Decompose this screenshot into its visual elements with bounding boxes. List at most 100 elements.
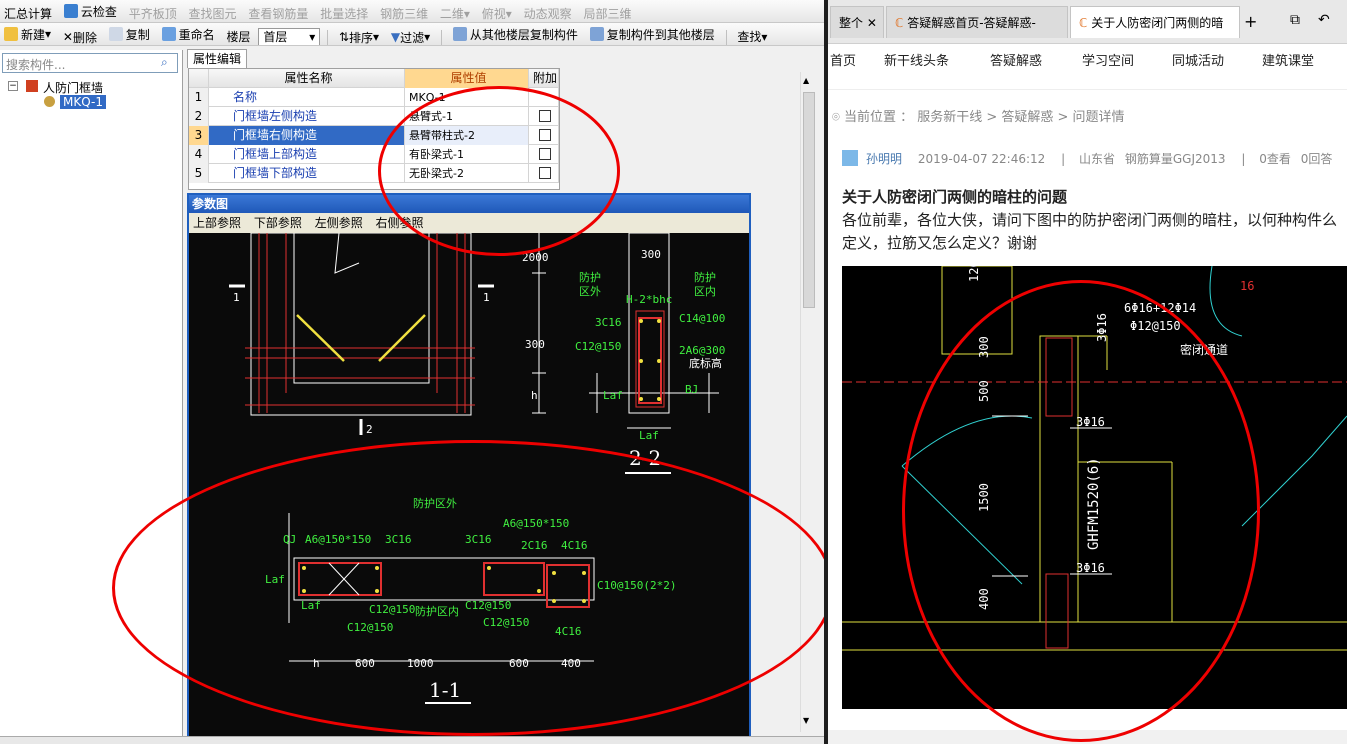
filter-icon: ▼ [390, 30, 401, 44]
browser-tab-active[interactable]: ℂ 关于人防密闭门两侧的暗 [1070, 6, 1240, 38]
2d-dropdown[interactable]: 二维 ▾ [436, 3, 474, 23]
status-bar [0, 736, 824, 744]
cad-label-16: 16 [1240, 279, 1254, 293]
rebar-3d-button[interactable]: 钢筋三维 [376, 3, 432, 23]
folder-icon [26, 80, 38, 92]
label-3c16: 3C16 [595, 316, 622, 329]
label-bottom-elev: 底标高 [689, 356, 722, 370]
post-time: 2019-04-07 22:46:12 [917, 152, 1046, 166]
label-fh-1: 防护 [579, 270, 601, 284]
row-number: 5 [189, 164, 209, 183]
cad-dim-120: 120 [967, 266, 981, 282]
property-name[interactable]: 门框墙左侧构造 [209, 107, 405, 126]
component-icon [44, 96, 55, 107]
nav-home[interactable]: 首页 [830, 44, 856, 80]
label-2a6: 2A6@300 [679, 344, 725, 357]
summary-calc-button[interactable]: 汇总计算 [0, 3, 56, 23]
annotation-oval-cad [902, 280, 1260, 742]
tree-root-item[interactable]: 人防门框墙 [43, 79, 103, 96]
search-input[interactable]: 搜索构件... ⌕ [2, 53, 178, 73]
label-bj: BJ [685, 383, 698, 396]
section-mark-2: 2 [366, 423, 373, 436]
view-rebar-button[interactable]: 查看钢筋量 [244, 3, 312, 23]
label-fh-outside: 区外 [579, 285, 601, 298]
delete-button[interactable]: ✕ 删除 [59, 26, 101, 45]
component-toolbar: 新建 ▾ ✕ 删除 复制 重命名 楼层 首层 ▾ ⇅ 排序 ▾ ▼ 过滤 ▾ 从其… [0, 23, 824, 46]
header-value: 属性值 [405, 69, 529, 88]
menu-left-ref[interactable]: 左侧参照 [315, 216, 363, 230]
annotation-oval-section [112, 440, 834, 736]
property-name[interactable]: 名称 [209, 88, 405, 107]
header-extra: 附加 [529, 69, 559, 88]
search-icon[interactable]: ⌕ [161, 55, 168, 70]
cloud-check-button[interactable]: 云检查 [60, 0, 121, 22]
nav-headlines[interactable]: 新干线头条 [884, 44, 949, 80]
answer-count: 0回答 [1300, 152, 1333, 166]
scroll-thumb[interactable] [803, 92, 815, 308]
restore-icon[interactable]: ⧉ [1290, 12, 1300, 28]
main-toolbar: 汇总计算 云检查 平齐板顶 查找图元 查看钢筋量 批量选择 钢筋三维 二维 ▾ … [0, 0, 824, 23]
new-icon [4, 27, 18, 41]
avatar [842, 150, 858, 166]
row-number: 3 [189, 126, 209, 145]
filter-button[interactable]: ▼ 过滤 ▾ [387, 26, 434, 45]
cloud-check-icon [63, 4, 78, 18]
nav-classroom[interactable]: 建筑课堂 [1262, 44, 1314, 80]
site-nav: 首页 新干线头条 答疑解惑 学习空间 同城活动 建筑课堂 [828, 44, 1347, 90]
label-fh-3: 防护 [694, 270, 716, 284]
property-name[interactable]: 门框墙下部构造 [209, 164, 405, 183]
row-number: 4 [189, 145, 209, 164]
level-slab-button[interactable]: 平齐板顶 [125, 3, 181, 23]
close-icon: ✕ [62, 30, 73, 44]
region: 山东省 [1079, 152, 1116, 166]
browser-tab-2[interactable]: ℂ 答疑解惑首页-答疑解惑- [886, 6, 1068, 38]
rename-button[interactable]: 重命名 [158, 23, 219, 45]
dim-top-300: 300 [641, 248, 661, 261]
view-count: 0查看 [1259, 152, 1291, 166]
label-laf-1: Laf [603, 389, 623, 402]
location-icon: ⌾ [832, 110, 840, 125]
property-name[interactable]: 门框墙上部构造 [209, 145, 405, 164]
copy-icon [108, 27, 123, 41]
back-icon[interactable]: ↶ [1318, 12, 1330, 28]
copy-to-floor-button[interactable]: 复制构件到其他楼层 [586, 23, 719, 45]
collapse-icon[interactable]: − [8, 81, 18, 91]
copy-from-floor-icon [452, 27, 467, 41]
nav-events[interactable]: 同城活动 [1172, 44, 1224, 80]
dim-300: 300 [525, 338, 545, 351]
menu-bottom-ref[interactable]: 下部参照 [254, 216, 302, 230]
tab-logo-icon: ℂ [895, 16, 908, 30]
question-title: 关于人防密闭门两侧的暗柱的问题 [842, 188, 1068, 206]
browser-tab-1[interactable]: 整个 ✕ [830, 6, 884, 38]
tree-child-item[interactable]: MKQ-1 [60, 95, 106, 109]
label-fh-inside: 区内 [694, 284, 716, 298]
floor-label: 楼层 [226, 30, 251, 44]
section-mark-1b: 1 [483, 291, 490, 304]
author-link[interactable]: 孙明明 [866, 152, 902, 166]
new-button[interactable]: 新建 ▾ [0, 23, 55, 45]
label-laf-2: Laf [639, 429, 659, 442]
floor-select[interactable]: 首层 ▾ [258, 27, 321, 45]
top-view-dropdown[interactable]: 俯视 ▾ [478, 3, 516, 23]
sort-button[interactable]: ⇅ 排序 ▾ [335, 26, 383, 45]
scroll-down-icon[interactable]: ▼ [803, 716, 809, 725]
scroll-up-icon[interactable]: ▲ [803, 76, 809, 85]
find-element-button[interactable]: 查找图元 [185, 3, 241, 23]
nav-learn[interactable]: 学习空间 [1082, 44, 1134, 80]
find-button[interactable]: 查找 ▾ [733, 26, 771, 46]
new-tab-icon[interactable]: + [1244, 12, 1257, 31]
software-tag: 钢筋算量GGJ2013 [1124, 152, 1226, 166]
local-3d-button[interactable]: 局部三维 [580, 3, 636, 23]
dynamic-view-button[interactable]: 动态观察 [520, 3, 576, 23]
label-h2bhc: H-2*bhc [626, 293, 672, 306]
copy-from-floor-button[interactable]: 从其他楼层复制构件 [449, 23, 582, 45]
row-number: 1 [189, 88, 209, 107]
tab-logo-icon: ℂ [1079, 16, 1092, 30]
property-name[interactable]: 门框墙右侧构造 [209, 126, 405, 145]
menu-top-ref[interactable]: 上部参照 [193, 216, 241, 230]
copy-button[interactable]: 复制 [105, 23, 154, 45]
nav-qa[interactable]: 答疑解惑 [990, 44, 1042, 80]
tab-property-edit[interactable]: 属性编辑 [187, 49, 247, 68]
batch-select-button[interactable]: 批量选择 [316, 3, 372, 23]
header-name: 属性名称 [209, 69, 405, 88]
